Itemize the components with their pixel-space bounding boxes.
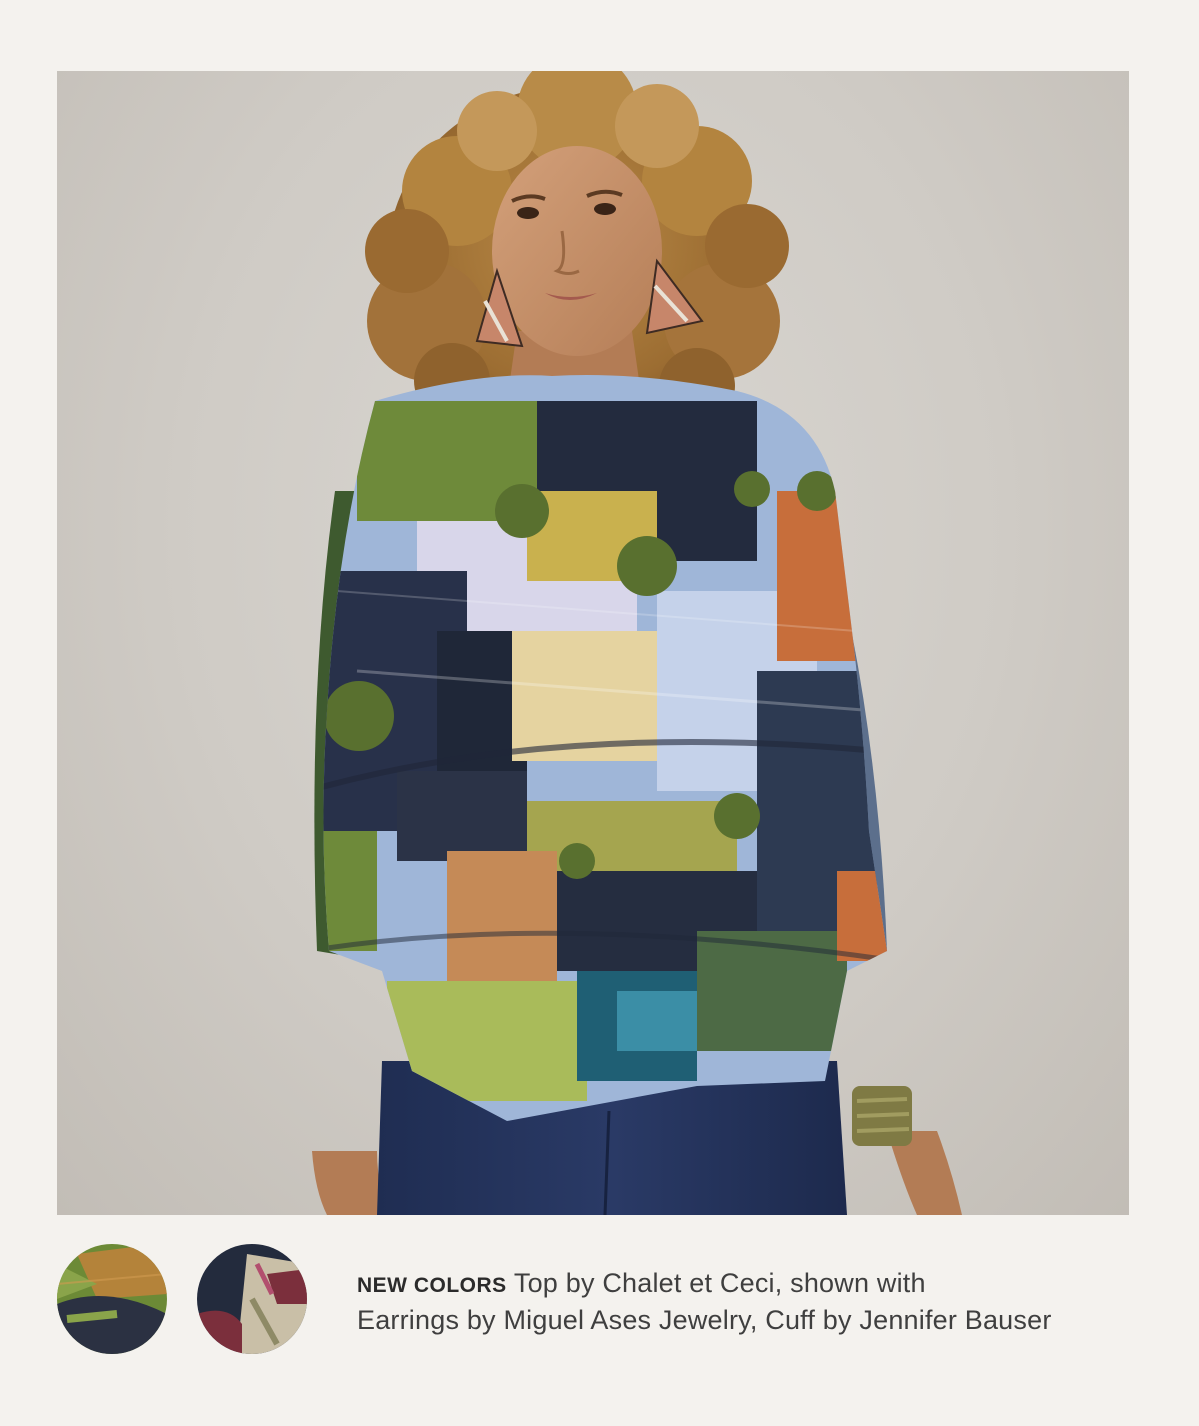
navy-print-swatch-icon: [197, 1244, 307, 1354]
caption-row: NEW COLORS Top by Chalet et Ceci, shown …: [57, 1244, 1129, 1356]
product-photo[interactable]: [57, 71, 1129, 1215]
face: [492, 146, 662, 356]
caption-line-2: Earrings by Miguel Ases Jewelry, Cuff by…: [357, 1305, 1052, 1335]
new-colors-badge: NEW COLORS: [357, 1274, 507, 1297]
color-swatch-green-print[interactable]: [57, 1244, 167, 1354]
green-print-swatch-icon: [57, 1244, 167, 1354]
patterned-top: [323, 375, 887, 1121]
caption-line-1: Top by Chalet et Ceci, shown with: [513, 1268, 926, 1298]
model-illustration: [312, 71, 962, 1215]
left-hand: [312, 1151, 387, 1215]
color-swatch-navy-print[interactable]: [197, 1244, 307, 1354]
cuff-bracelet: [852, 1086, 912, 1146]
product-caption: NEW COLORS Top by Chalet et Ceci, shown …: [357, 1266, 1127, 1338]
